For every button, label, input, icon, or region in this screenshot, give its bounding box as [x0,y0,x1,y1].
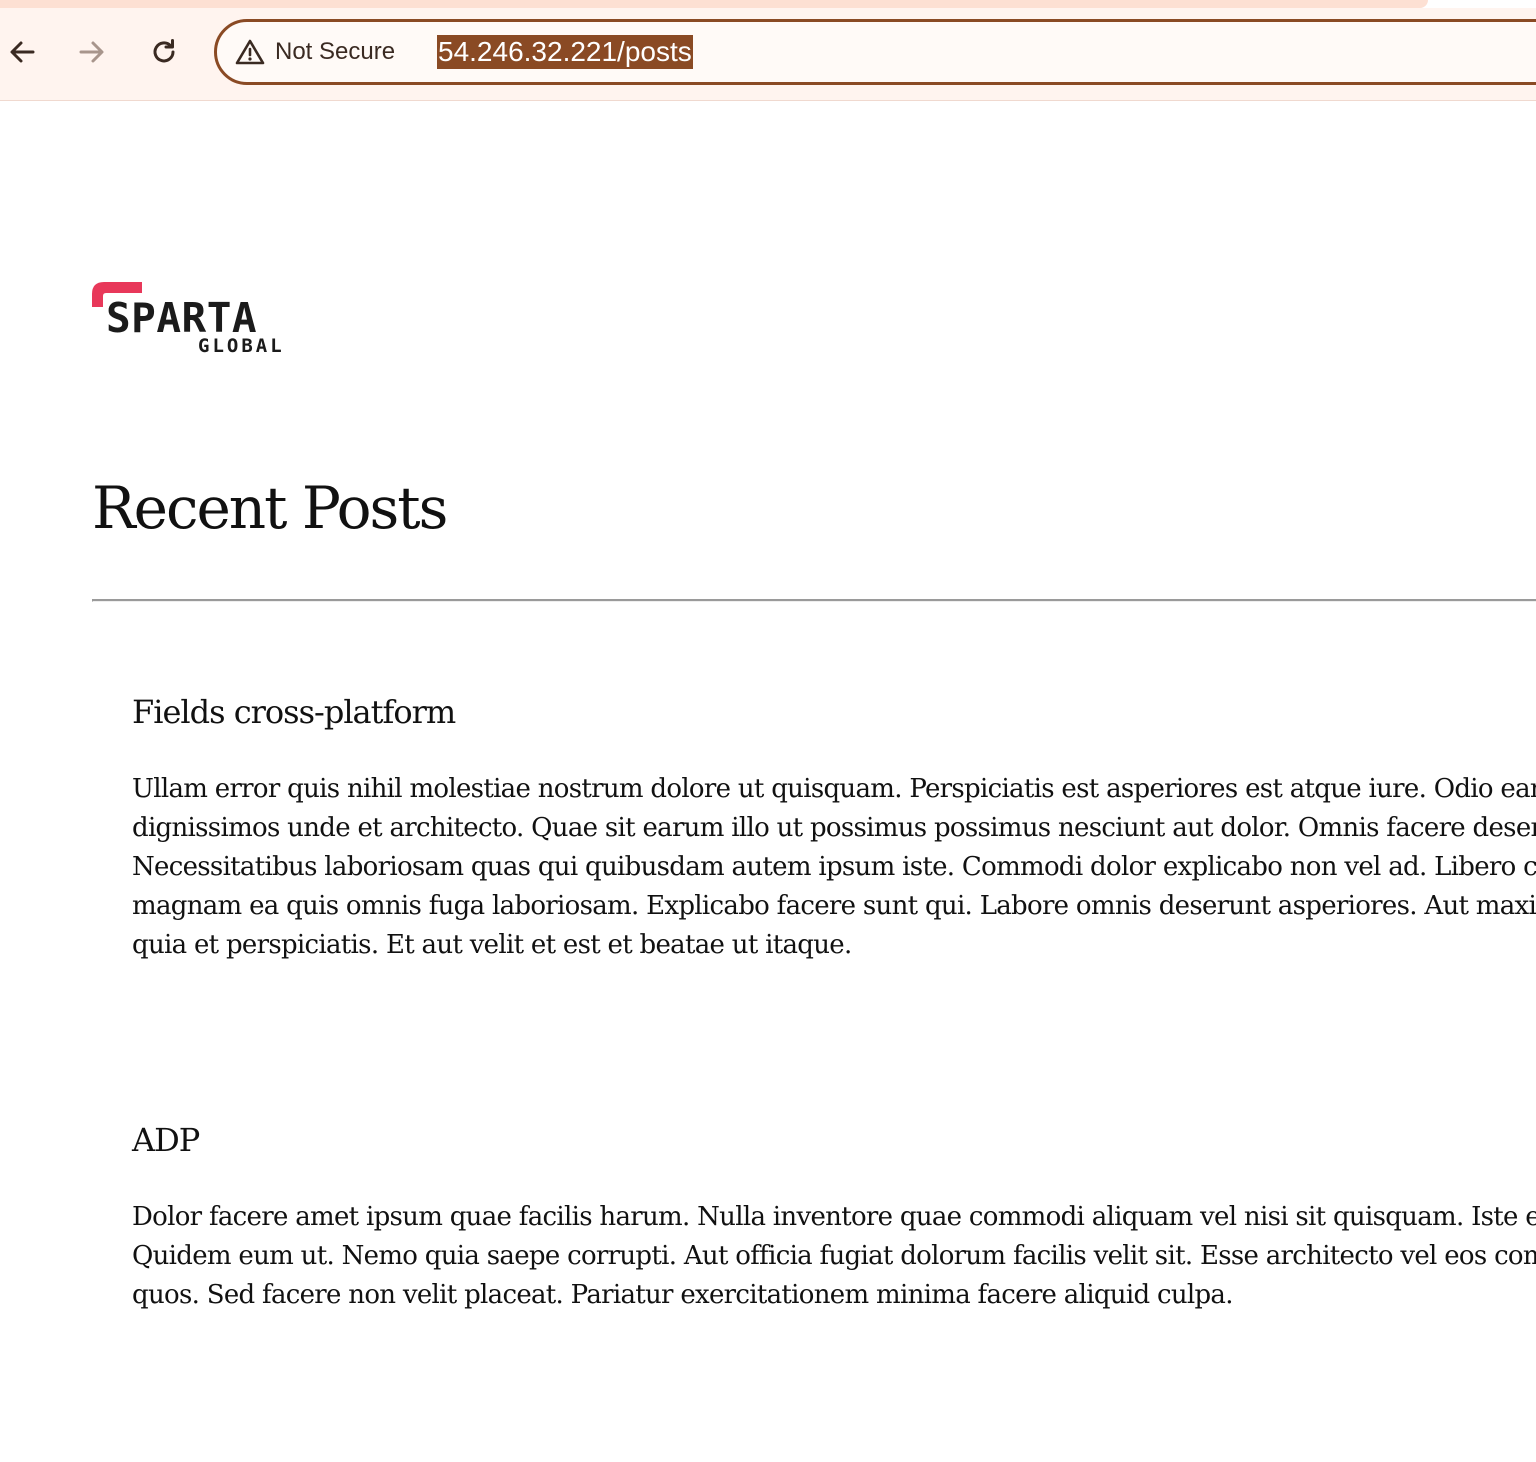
browser-tab-strip [0,0,1428,8]
security-indicator[interactable]: Not Secure [235,22,395,82]
post-title[interactable]: Fields cross-platform [132,690,1536,734]
address-bar[interactable]: Not Secure 54.246.32.221/posts [214,19,1536,85]
warning-triangle-icon [235,38,265,66]
logo-subtext: GLOBAL [198,335,285,357]
post-body-line: magnam ea quis omnis fuga laboriosam. Ex… [132,891,1536,921]
browser-toolbar: Not Secure 54.246.32.221/posts [0,8,1536,101]
forward-button[interactable] [70,30,114,74]
post-body-line: Necessitatibus laboriosam quas qui quibu… [132,852,1536,882]
post-body-line: quos. Sed facere non velit placeat. Pari… [132,1280,1233,1310]
url-text[interactable]: 54.246.32.221/posts [437,35,693,69]
post-body: Ullam error quis nihil molestiae nostrum… [132,770,1536,965]
post-body-line: Quidem eum ut. Nemo quia saepe corrupti.… [132,1241,1536,1271]
back-button[interactable] [0,30,44,74]
post-body-line: Dolor facere amet ipsum quae facilis har… [132,1202,1536,1232]
post-body-line: quia et perspiciatis. Et aut velit et es… [132,930,852,960]
post-item: ADP Dolor facere amet ipsum quae facilis… [132,1118,1536,1315]
reload-icon [148,36,180,68]
post-body-line: dignissimos unde et architecto. Quae sit… [132,813,1536,843]
arrow-right-icon [76,36,108,68]
arrow-left-icon [6,36,38,68]
post-item: Fields cross-platform Ullam error quis n… [132,690,1536,965]
page-title: Recent Posts [92,474,448,542]
title-divider [92,599,1536,602]
security-label: Not Secure [275,38,396,65]
post-body: Dolor facere amet ipsum quae facilis har… [132,1198,1536,1315]
post-title[interactable]: ADP [132,1118,1536,1162]
post-body-line: Ullam error quis nihil molestiae nostrum… [132,774,1536,804]
reload-button[interactable] [142,30,186,74]
sparta-global-logo[interactable]: SPARTA GLOBAL [90,280,300,360]
